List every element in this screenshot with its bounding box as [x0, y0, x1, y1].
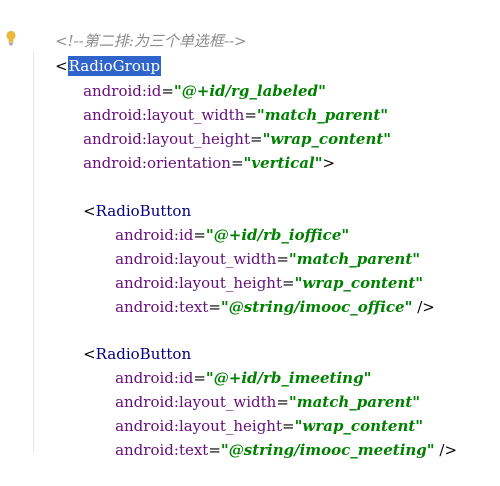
attribute-line: android:layout_height="wrap_content"	[115, 417, 424, 435]
tag-close-bracket: >	[322, 154, 336, 172]
attribute-value: "vertical"	[243, 154, 323, 172]
lightbulb-icon[interactable]	[5, 30, 17, 46]
attribute-line: android:layout_width="match_parent"	[115, 393, 421, 411]
attribute-line: android:text="@string/imooc_meeting" />	[115, 441, 458, 459]
attribute-line: android:layout_height="wrap_content"	[115, 274, 424, 292]
attribute-name: android:text	[115, 441, 209, 459]
attribute-line: android:id="@+id/rb_ioffice"	[115, 226, 350, 244]
attribute-name: android:text	[115, 298, 209, 316]
attribute-line: android:layout_width="match_parent"	[115, 250, 421, 268]
tag-self-close: />	[434, 441, 458, 459]
attribute-line: android:text="@string/imooc_office" />	[115, 298, 435, 316]
indent-guide	[33, 52, 34, 452]
radiogroup-open-tag: <RadioGroup	[36, 30, 162, 76]
attribute-line: android:layout_height="wrap_content"	[83, 130, 392, 148]
editor-gutter	[0, 0, 30, 452]
xml-comment: <!--第二排:为三个单选框-->	[36, 5, 247, 50]
attribute-line: android:layout_width="match_parent"	[83, 106, 389, 124]
attribute-value: "@string/imooc_meeting"	[220, 441, 435, 459]
radiobutton-open-tag: <RadioButton	[83, 345, 192, 363]
attribute-value: "@string/imooc_office"	[220, 298, 413, 316]
attribute-line: android:id="@+id/rb_imeeting"	[115, 369, 372, 387]
radiobutton-open-tag: <RadioButton	[83, 202, 192, 220]
attribute-line: android:id="@+id/rg_labeled"	[83, 82, 326, 100]
attribute-line: android:orientation="vertical">	[83, 154, 336, 172]
attribute-name: android:orientation	[83, 154, 231, 172]
tag-self-close: />	[412, 298, 435, 316]
